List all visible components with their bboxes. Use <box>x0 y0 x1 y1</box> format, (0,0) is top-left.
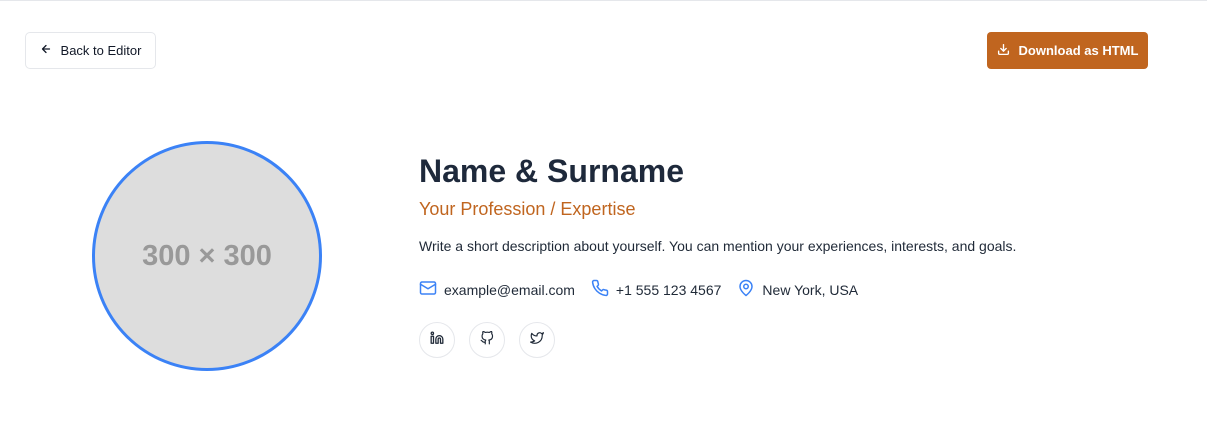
download-html-button[interactable]: Download as HTML <box>987 32 1148 69</box>
download-label: Download as HTML <box>1018 43 1139 58</box>
contact-location: New York, USA <box>737 279 858 300</box>
social-links <box>419 322 1016 358</box>
contact-list: example@email.com +1 555 123 4567 New Yo… <box>419 279 1016 300</box>
contact-email[interactable]: example@email.com <box>419 279 575 300</box>
profile-profession: Your Profession / Expertise <box>419 199 636 219</box>
github-link[interactable] <box>469 322 505 358</box>
twitter-icon <box>530 331 544 350</box>
linkedin-link[interactable] <box>419 322 455 358</box>
twitter-link[interactable] <box>519 322 555 358</box>
download-icon <box>997 43 1010 59</box>
contact-location-text: New York, USA <box>762 281 859 298</box>
contact-email-text: example@email.com <box>444 281 575 298</box>
profile-name: Name & Surname <box>419 153 684 189</box>
avatar-placeholder-text: 300 × 300 <box>142 239 272 272</box>
back-to-editor-button[interactable]: Back to Editor <box>25 32 156 69</box>
phone-icon <box>591 279 609 300</box>
avatar-placeholder: 300 × 300 <box>92 141 322 371</box>
linkedin-icon <box>430 331 444 350</box>
preview-page: Back to Editor Download as HTML 300 × 30… <box>0 0 1207 443</box>
arrow-left-icon <box>40 43 52 58</box>
mail-icon <box>419 279 437 300</box>
contact-phone-text: +1 555 123 4567 <box>615 281 722 298</box>
contact-phone[interactable]: +1 555 123 4567 <box>591 279 722 300</box>
back-to-editor-label: Back to Editor <box>60 43 142 58</box>
profile-info: Name & Surname Your Profession / Experti… <box>419 151 1016 358</box>
map-pin-icon <box>737 279 755 300</box>
github-icon <box>480 330 494 350</box>
profile-description: Write a short description about yourself… <box>419 238 1017 254</box>
